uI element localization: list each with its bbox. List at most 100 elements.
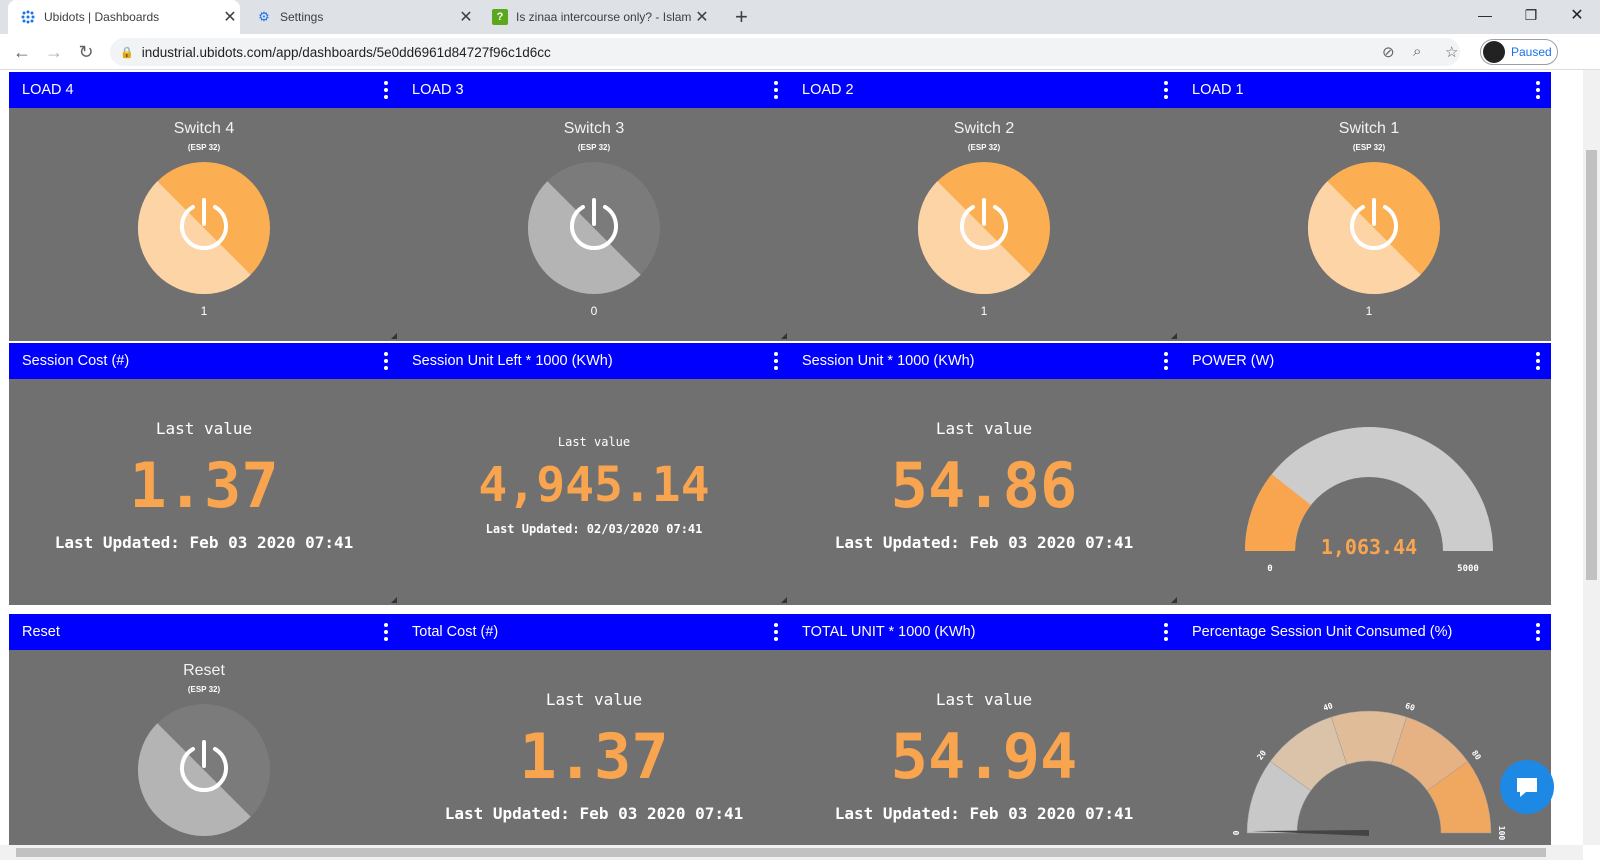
close-tab-icon[interactable]: ✕ — [692, 7, 712, 27]
url-text: industrial.ubidots.com/app/dashboards/5e… — [141, 44, 551, 60]
widget-title: LOAD 4 — [22, 82, 74, 98]
question-icon: ? — [492, 9, 508, 25]
last-updated: Last Updated: Feb 03 2020 07:41 — [444, 804, 744, 823]
gauge-tick-label: 40 — [1322, 701, 1334, 713]
gauge-tick-label: 0 — [1232, 830, 1241, 835]
switch-device: (ESP 32) — [187, 143, 221, 152]
widget-header: Session Unit * 1000 (KWh) — [789, 343, 1179, 379]
widget-percentage-consumed: Percentage Session Unit Consumed (%) 0 20… — [1179, 614, 1551, 845]
bookmark-star-icon[interactable]: ☆ — [1445, 43, 1458, 61]
profile-button[interactable]: Paused — [1480, 39, 1558, 65]
forward-arrow-icon[interactable]: → — [42, 40, 66, 64]
widget-menu-icon[interactable] — [1163, 623, 1169, 641]
switch-toggle[interactable] — [526, 160, 662, 296]
gear-icon: ⚙ — [258, 9, 270, 24]
avatar — [1483, 41, 1505, 63]
switch-toggle[interactable] — [916, 160, 1052, 296]
tab-islam-qa[interactable]: ? Is zinaa intercourse only? - Islam ✕ — [480, 0, 712, 34]
switch-name: Switch 2 — [953, 120, 1015, 137]
widget-header: POWER (W) — [1179, 343, 1551, 379]
switch-device: (ESP 32) — [577, 143, 611, 152]
widget-menu-icon[interactable] — [1163, 352, 1169, 370]
chat-button[interactable] — [1500, 760, 1554, 814]
widget-title: LOAD 1 — [1192, 82, 1244, 98]
widget-menu-icon[interactable] — [1163, 81, 1169, 99]
widget-menu-icon[interactable] — [773, 623, 779, 641]
widget-title: Total Cost (#) — [412, 624, 499, 640]
close-window-button[interactable]: ✕ — [1554, 0, 1600, 30]
minimize-button[interactable]: — — [1462, 0, 1508, 30]
browser-toolbar: ← → ↻ 🔒 industrial.ubidots.com/app/dashb… — [0, 34, 1600, 95]
widget-total-cost: Total Cost (#) Last value 1.37 Last Upda… — [399, 614, 789, 845]
reset-toggle[interactable] — [136, 702, 272, 838]
widget-title: TOTAL UNIT * 1000 (KWh) — [802, 624, 976, 640]
tab-settings[interactable]: ⚙ Settings ✕ — [244, 0, 476, 34]
widget-title: LOAD 2 — [802, 82, 854, 98]
restore-button[interactable]: ❐ — [1508, 0, 1554, 30]
switch-name: Switch 3 — [563, 120, 625, 137]
profile-label: Paused — [1511, 45, 1552, 59]
switch-value: 1 — [980, 304, 988, 318]
widget-menu-icon[interactable] — [1535, 623, 1541, 641]
last-value: 4,945.14 — [478, 457, 710, 513]
widget-menu-icon[interactable] — [383, 81, 389, 99]
last-updated: Last Updated: Feb 03 2020 07:41 — [834, 533, 1134, 552]
gauge-value: 1,063.44 — [1321, 535, 1417, 559]
switch-toggle[interactable] — [1306, 160, 1442, 296]
ubidots-icon — [20, 9, 36, 25]
address-bar[interactable]: 🔒 industrial.ubidots.com/app/dashboards/… — [110, 38, 1460, 66]
last-updated: Last Updated: Feb 03 2020 07:41 — [54, 533, 354, 552]
last-value: 1.37 — [519, 720, 669, 793]
widget-menu-icon[interactable] — [1535, 81, 1541, 99]
resize-handle[interactable] — [781, 597, 787, 603]
widget-header: Percentage Session Unit Consumed (%) — [1179, 614, 1551, 650]
resize-handle[interactable] — [781, 333, 787, 339]
widget-menu-icon[interactable] — [773, 352, 779, 370]
widget-title: Reset — [22, 624, 60, 640]
reload-icon[interactable]: ↻ — [74, 40, 98, 64]
switch-device: (ESP 32) — [187, 685, 221, 694]
resize-handle[interactable] — [1171, 597, 1177, 603]
resize-handle[interactable] — [1171, 333, 1177, 339]
widget-menu-icon[interactable] — [773, 81, 779, 99]
gauge-max: 5000 — [1457, 564, 1479, 574]
vertical-scroll-thumb[interactable] — [1586, 150, 1597, 580]
widget-header: Session Cost (#) — [9, 343, 399, 379]
percentage-gauge: 0 20 40 60 80 100 — [1232, 701, 1506, 840]
last-value-caption: Last value — [545, 690, 643, 709]
last-value: 1.37 — [129, 449, 279, 522]
widget-title: POWER (W) — [1192, 353, 1275, 369]
widget-header: LOAD 1 — [1179, 72, 1551, 108]
back-arrow-icon[interactable]: ← — [10, 40, 34, 64]
widget-reset: Reset Reset (ESP 32) — [9, 614, 399, 845]
widget-menu-icon[interactable] — [383, 352, 389, 370]
switch-device: (ESP 32) — [967, 143, 1001, 152]
zoom-icon[interactable]: ⌕ — [1413, 43, 1421, 60]
new-tab-button[interactable]: + — [735, 4, 748, 30]
close-tab-icon[interactable]: ✕ — [220, 7, 240, 27]
switch-name: Switch 4 — [173, 120, 235, 137]
widget-title: LOAD 3 — [412, 82, 464, 98]
widget-power: POWER (W) 1,063.44 0 5000 — [1179, 343, 1551, 605]
widget-total-unit: TOTAL UNIT * 1000 (KWh) Last value 54.94… — [789, 614, 1179, 845]
dashboard: LOAD 4 Switch 4 (ESP 32) 1 LOAD 3 Switch… — [0, 70, 1583, 845]
resize-handle[interactable] — [391, 597, 397, 603]
widget-menu-icon[interactable] — [1535, 352, 1541, 370]
switch-value: 0 — [590, 304, 598, 318]
close-tab-icon[interactable]: ✕ — [456, 7, 476, 27]
widget-title: Percentage Session Unit Consumed (%) — [1192, 624, 1453, 640]
widget-session-unit: Session Unit * 1000 (KWh) Last value 54.… — [789, 343, 1179, 605]
lock-icon: 🔒 — [120, 46, 134, 59]
switch-name: Switch 1 — [1338, 120, 1400, 137]
last-value-caption: Last value — [935, 419, 1033, 438]
switch-value: 1 — [1365, 304, 1373, 318]
resize-handle[interactable] — [391, 333, 397, 339]
switch-toggle[interactable] — [136, 160, 272, 296]
widget-load-1: LOAD 1 Switch 1 (ESP 32) 1 — [1179, 72, 1551, 341]
tab-ubidots[interactable]: Ubidots | Dashboards ✕ — [8, 0, 240, 34]
last-value-caption: Last value — [155, 419, 253, 438]
widget-menu-icon[interactable] — [383, 623, 389, 641]
widget-header: TOTAL UNIT * 1000 (KWh) — [789, 614, 1179, 650]
blocked-cookies-icon[interactable]: ⊘ — [1382, 43, 1395, 61]
horizontal-scroll-thumb[interactable] — [16, 848, 1546, 857]
